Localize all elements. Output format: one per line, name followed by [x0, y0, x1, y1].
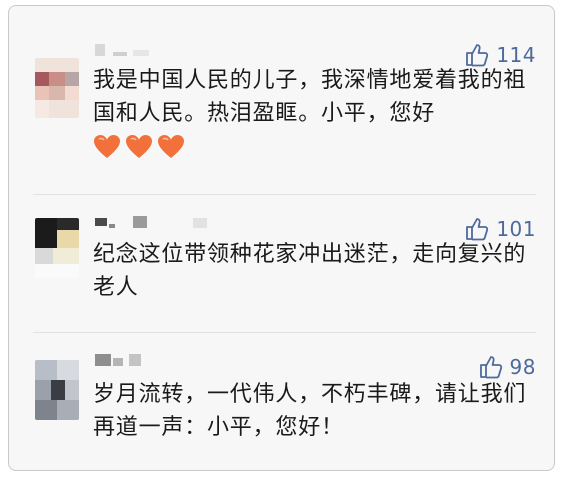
comment-text: 纪念这位带领种花家冲出迷茫，走向复兴的老人	[93, 242, 527, 300]
comment-panel: 114 我是中国人民的儿子，我深情地爱着我的祖国和人民。热泪盈眶。小平，您好 1…	[8, 5, 555, 471]
thumbs-up-icon	[479, 356, 502, 379]
divider	[33, 332, 536, 333]
emoji-row	[93, 134, 185, 160]
username-blurred[interactable]	[93, 354, 163, 370]
orange-heart-icon	[126, 135, 152, 158]
orange-heart-icon	[94, 135, 120, 158]
divider	[33, 194, 536, 195]
avatar[interactable]	[35, 58, 79, 118]
comment-text: 岁月流转，一代伟人，不朽丰碑，请让我们再道一声：小平，您好！	[93, 382, 527, 440]
username-blurred[interactable]	[93, 44, 153, 60]
like-button[interactable]: 98	[478, 354, 536, 380]
like-count: 98	[509, 355, 536, 379]
username-blurred[interactable]	[93, 216, 233, 232]
avatar[interactable]	[35, 360, 79, 420]
comment-text: 我是中国人民的儿子，我深情地爱着我的祖国和人民。热泪盈眶。小平，您好	[93, 68, 527, 126]
orange-heart-icon	[158, 135, 184, 158]
avatar[interactable]	[35, 218, 79, 278]
